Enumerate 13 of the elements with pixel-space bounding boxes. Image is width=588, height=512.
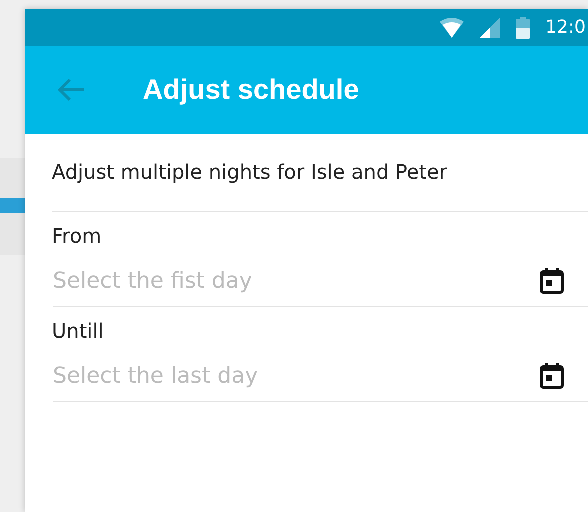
- signal-icon: [480, 18, 500, 38]
- field-label: From: [52, 224, 102, 248]
- status-time: 12:0: [546, 17, 586, 38]
- screen-title: Adjust schedule: [143, 74, 360, 106]
- highlight-bar: [0, 198, 25, 213]
- calendar-icon[interactable]: [540, 363, 564, 389]
- subtitle: Adjust multiple nights for Isle and Peter: [52, 159, 448, 184]
- date-field[interactable]: Select the last day: [53, 358, 540, 394]
- calendar-icon[interactable]: [540, 268, 564, 294]
- battery-icon: [516, 16, 530, 38]
- wifi-icon: [440, 18, 464, 38]
- field-label: Untill: [52, 319, 104, 343]
- date-field[interactable]: Select the fist day: [53, 263, 540, 299]
